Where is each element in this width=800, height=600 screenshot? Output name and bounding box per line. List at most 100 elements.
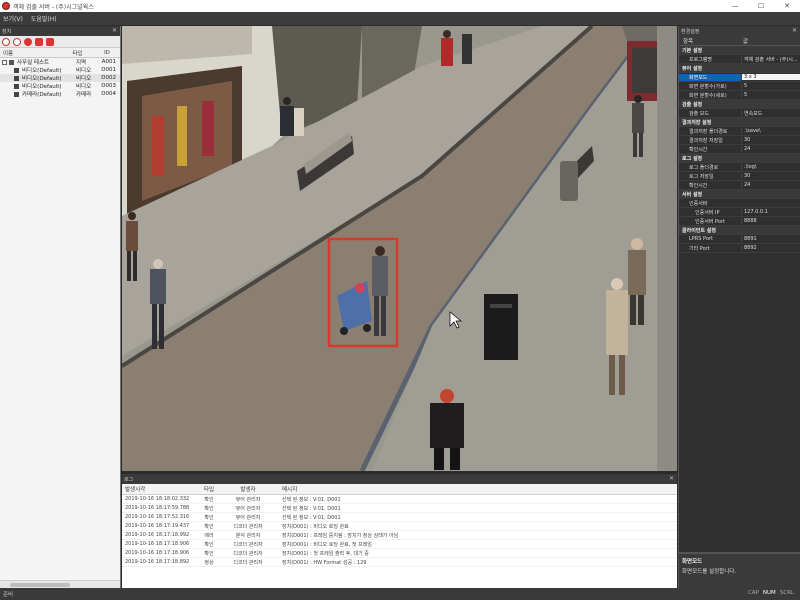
- video-viewer[interactable]: [122, 26, 677, 471]
- log-row[interactable]: 2019-10-16 18:17:19.437 확인 디코더 관리자 장치(D001)…: [122, 522, 677, 531]
- property-row[interactable]: 결과저장 폴더경로 .\save\: [679, 127, 800, 136]
- video-icon: [14, 67, 19, 73]
- menu-help[interactable]: 도움말(H): [31, 14, 57, 23]
- horizontal-scrollbar[interactable]: [0, 580, 120, 588]
- property-row[interactable]: 화면모드 3 x 3: [679, 73, 800, 82]
- property-key: 인증서버: [679, 199, 741, 207]
- device-type: 비디오: [76, 84, 92, 90]
- property-category[interactable]: 뷰어 설정: [679, 64, 800, 73]
- log-time: 2019-10-16 18:17:18.992: [125, 532, 190, 538]
- device-type: 지역: [76, 60, 87, 66]
- property-value[interactable]: 24: [741, 182, 800, 188]
- col-name[interactable]: 이름: [0, 49, 60, 57]
- property-value[interactable]: 24: [741, 146, 800, 152]
- log-row[interactable]: 2019-10-16 18:17:18.892 정상 디코더 관리자 장치(D001)…: [122, 558, 677, 567]
- property-value[interactable]: 3 x 3: [741, 74, 800, 80]
- log-row[interactable]: 2019-10-16 18:17:18.906 확인 디코더 관리자 장치(D001)…: [122, 540, 677, 549]
- property-row[interactable]: 화면 분할수(가로) 5: [679, 82, 800, 91]
- property-key: LPRS Port: [679, 236, 741, 242]
- remove-device-icon[interactable]: [13, 37, 21, 46]
- property-row[interactable]: 인증서버 IP 127.0.0.1: [679, 208, 800, 217]
- close-icon[interactable]: ✕: [669, 475, 674, 482]
- stop-icon[interactable]: [46, 37, 54, 46]
- tree-row[interactable]: 사무실 테스트 지역 A001: [0, 58, 120, 66]
- property-value[interactable]: 127.0.0.1: [741, 209, 800, 215]
- property-value[interactable]: .\log\: [741, 164, 800, 170]
- property-category[interactable]: 기본 설정: [679, 46, 800, 55]
- property-value[interactable]: 30: [741, 137, 800, 143]
- maximize-button[interactable]: ☐: [748, 0, 774, 12]
- tree-row[interactable]: 비디오(Default) 비디오 D003: [0, 82, 120, 90]
- log-message: 장치(D001) : 비디오 로딩 완료, 첫 프레임: [282, 541, 372, 548]
- collapse-icon[interactable]: [2, 59, 7, 65]
- video-icon: [14, 75, 19, 81]
- tree-row[interactable]: 비디오(Default) 비디오 D002: [0, 74, 120, 82]
- col-type[interactable]: 타입: [194, 485, 224, 493]
- property-category[interactable]: 검출 설정: [679, 100, 800, 109]
- close-button[interactable]: ✕: [774, 0, 800, 12]
- property-key: 화면모드: [679, 73, 741, 81]
- property-row[interactable]: 기타 Port 8892: [679, 244, 800, 253]
- property-value[interactable]: 8892: [741, 245, 800, 251]
- log-row[interactable]: 2019-10-16 18:17:18.906 확인 디코더 관리자 장치(D001)…: [122, 549, 677, 558]
- property-category[interactable]: 클라이언트 설정: [679, 226, 800, 235]
- property-row[interactable]: 검출 모드 연속모드: [679, 109, 800, 118]
- property-category[interactable]: 서버 설정: [679, 190, 800, 199]
- property-value[interactable]: 8891: [741, 236, 800, 242]
- menu-view[interactable]: 보기(V): [3, 14, 23, 23]
- property-value[interactable]: 5: [741, 92, 800, 98]
- scrollbar-thumb[interactable]: [10, 583, 70, 587]
- property-row[interactable]: 결과저장 저장일 30: [679, 136, 800, 145]
- log-row[interactable]: 2019-10-16 18:17:59.788 확인 뷰어 관리자 선택 된 정보 :…: [122, 504, 677, 513]
- property-category[interactable]: 결과저장 설정: [679, 118, 800, 127]
- property-value[interactable]: 8888: [741, 218, 800, 224]
- log-type: 확인: [204, 496, 214, 503]
- log-row[interactable]: 2019-10-16 18:17:52.316 확인 뷰어 관리자 선택 된 정보 :…: [122, 513, 677, 522]
- close-icon[interactable]: ✕: [112, 27, 117, 34]
- play-icon[interactable]: [35, 37, 43, 46]
- close-icon[interactable]: ✕: [792, 27, 797, 34]
- property-value[interactable]: 5: [741, 83, 800, 89]
- property-key: 로그 저장일: [679, 172, 741, 180]
- property-row[interactable]: 화면 분할수(세로) 5: [679, 91, 800, 100]
- property-value[interactable]: 30: [741, 173, 800, 179]
- log-type: 정상: [204, 559, 214, 566]
- property-row[interactable]: 로그 저장일 30: [679, 172, 800, 181]
- property-category[interactable]: 로그 설정: [679, 154, 800, 163]
- log-row[interactable]: 2019-10-16 18:17:18.992 에러 분석 관리자 장치(D001) …: [122, 531, 677, 540]
- property-row[interactable]: 확인시간 24: [679, 181, 800, 190]
- tree-row[interactable]: 비디오(Default) 비디오 D001: [0, 66, 120, 74]
- property-key: 로그 설정: [682, 155, 703, 162]
- scroll-indicator: SCRL: [779, 590, 794, 596]
- device-table-header: 이름 타입 ID: [0, 48, 120, 58]
- property-row[interactable]: 확인시간 24: [679, 145, 800, 154]
- minimize-button[interactable]: —: [722, 0, 748, 12]
- tree-row[interactable]: 카메라(Default) 카메라 D004: [0, 90, 120, 98]
- description-text: 화면모드를 설정합니다.: [682, 569, 737, 575]
- settings-panel-title: 환경설정: [681, 28, 700, 35]
- settings-panel: 환경설정 ✕ 항목 값 기본 설정 프로그램명 객체 검출 서버 - (주)시...…: [678, 26, 800, 588]
- device-type: 카메라: [76, 92, 92, 98]
- log-time: 2019-10-16 18:17:18.906: [125, 550, 190, 556]
- camera-icon[interactable]: [24, 37, 32, 46]
- col-time[interactable]: 발생시각: [122, 485, 194, 493]
- col-message[interactable]: 메시지: [272, 485, 677, 493]
- property-row[interactable]: LPRS Port 8891: [679, 235, 800, 244]
- property-value[interactable]: .\save\: [741, 128, 800, 134]
- log-row[interactable]: 2019-10-16 18:18:02.332 확인 뷰어 관리자 선택 된 정보 :…: [122, 495, 677, 504]
- property-row[interactable]: 인증서버 Port 8888: [679, 217, 800, 226]
- log-source: 디코더 관리자: [233, 523, 263, 530]
- col-source[interactable]: 발생자: [224, 485, 272, 493]
- property-value[interactable]: 객체 검출 서버 - (주)시...: [741, 55, 800, 63]
- caps-indicator: CAP: [747, 590, 759, 596]
- col-id[interactable]: ID: [95, 50, 119, 56]
- device-id: D004: [101, 91, 116, 97]
- property-grid: 항목 값 기본 설정 프로그램명 객체 검출 서버 - (주)시... 뷰어 설정 화면…: [679, 36, 800, 253]
- col-type[interactable]: 타입: [60, 49, 95, 57]
- add-device-icon[interactable]: [2, 37, 10, 46]
- property-row[interactable]: 프로그램명 객체 검출 서버 - (주)시...: [679, 55, 800, 64]
- property-row[interactable]: 로그 폴더경로 .\log\: [679, 163, 800, 172]
- window-title: 객체 검출 서버 - (주)시그널웍스: [13, 3, 94, 11]
- property-row[interactable]: 인증서버: [679, 199, 800, 208]
- property-value[interactable]: 연속모드: [741, 109, 800, 117]
